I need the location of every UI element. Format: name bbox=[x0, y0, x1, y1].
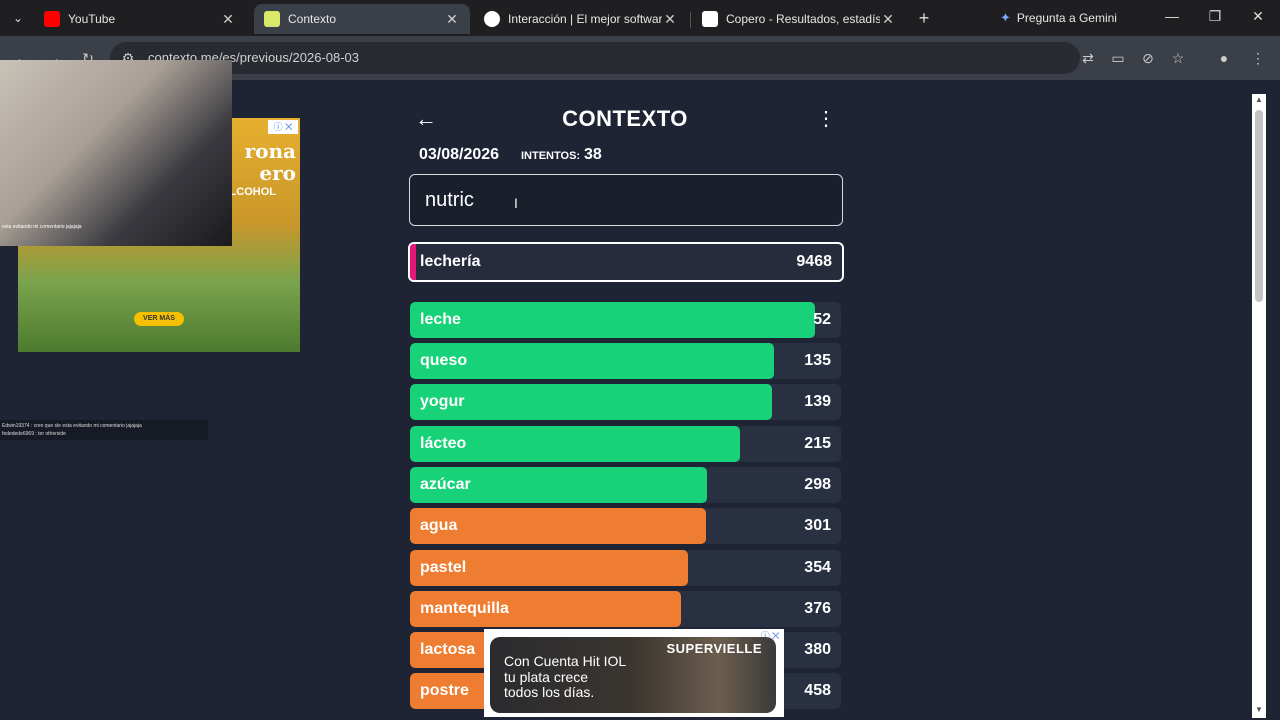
install-icon[interactable]: ▭ bbox=[1108, 48, 1128, 68]
scrollbar-thumb[interactable] bbox=[1255, 110, 1263, 302]
chat-line: Edwin19374 : creo que sle esta evitando … bbox=[2, 423, 142, 429]
guess-rank: 301 bbox=[804, 517, 831, 534]
guess-word: queso bbox=[420, 352, 468, 369]
guess-word: postre bbox=[420, 682, 469, 699]
more-options-icon[interactable]: ⋮ bbox=[816, 106, 836, 131]
webcam-overlay: esta evitando mi comentario jajajaja bbox=[0, 60, 232, 246]
close-tab-icon[interactable]: ✕ bbox=[444, 11, 460, 28]
guess-word: lácteo bbox=[420, 435, 467, 452]
guess-rank: 215 bbox=[804, 435, 831, 452]
tab-title: Interacción | El mejor software bbox=[508, 12, 662, 26]
guess-word: pastel bbox=[420, 559, 467, 576]
restore-icon[interactable]: ❐ bbox=[1205, 8, 1225, 25]
ad-line: tu plata crece bbox=[504, 669, 589, 685]
guess-word: agua bbox=[420, 517, 458, 534]
youtube-icon bbox=[44, 11, 60, 27]
guess-word: yogur bbox=[420, 393, 465, 410]
last-guess-word: lechería bbox=[420, 253, 481, 270]
contexto-icon bbox=[264, 11, 280, 27]
guess-bar bbox=[410, 302, 816, 338]
guess-row: leche 52 bbox=[410, 302, 841, 338]
tab-youtube[interactable]: YouTube ✕ bbox=[34, 4, 246, 34]
guess-rank: 298 bbox=[804, 476, 831, 493]
guess-word: azúcar bbox=[420, 476, 471, 493]
page-title: CONTEXTO bbox=[562, 106, 688, 131]
guess-row: queso 135 bbox=[410, 343, 841, 379]
tab-title: Contexto bbox=[288, 12, 337, 26]
game-date: 03/08/2026 bbox=[419, 146, 500, 163]
guess-row: agua 301 bbox=[410, 508, 841, 544]
gemini-button[interactable]: ✦ Pregunta a Gemini bbox=[1000, 10, 1117, 26]
tab-interaccion[interactable]: Interacción | El mejor software ✕ bbox=[474, 4, 688, 34]
scroll-down-icon[interactable]: ▼ bbox=[1252, 704, 1266, 716]
guess-rank: 52 bbox=[813, 311, 831, 328]
text-cursor-icon: I bbox=[514, 195, 518, 211]
tab-search-icon[interactable]: ⌄ bbox=[8, 8, 28, 28]
guess-rank: 354 bbox=[804, 559, 831, 576]
close-window-icon[interactable]: ✕ bbox=[1248, 8, 1268, 25]
ad-brand: SUPERVIELLE bbox=[666, 641, 762, 656]
stream-chat: Edwin19374 : creo que sle esta evitando … bbox=[0, 420, 208, 440]
guess-rank: 376 bbox=[804, 600, 831, 617]
translate-icon[interactable]: ⇄ bbox=[1078, 48, 1098, 68]
guess-word: leche bbox=[420, 311, 461, 328]
bottom-ad[interactable]: ⓘ ⨉ Con Cuenta Hit IOL tu plata crece to… bbox=[484, 629, 784, 717]
close-tab-icon[interactable]: ✕ bbox=[220, 11, 236, 28]
guess-word: mantequilla bbox=[420, 600, 509, 617]
guess-input[interactable] bbox=[409, 174, 843, 226]
tab-title: Copero - Resultados, estadístic bbox=[726, 12, 880, 26]
tab-separator bbox=[690, 12, 691, 28]
guess-rank: 458 bbox=[804, 682, 831, 699]
tries-label: INTENTOS: bbox=[521, 150, 581, 162]
guess-rank: 139 bbox=[804, 393, 831, 410]
close-tab-icon[interactable]: ✕ bbox=[880, 11, 896, 28]
eye-off-icon[interactable]: ⊘ bbox=[1138, 48, 1158, 68]
tab-strip: ⌄ YouTube ✕ Contexto ✕ Interacción | El … bbox=[0, 0, 1280, 36]
guess-row: yogur 139 bbox=[410, 384, 841, 420]
tab-copero[interactable]: Copero - Resultados, estadístic ✕ bbox=[692, 4, 906, 34]
guess-row: lácteo 215 bbox=[410, 426, 841, 462]
tab-contexto[interactable]: Contexto ✕ bbox=[254, 4, 470, 34]
last-guess-rank: 9468 bbox=[796, 253, 832, 270]
guess-word: lactosa bbox=[420, 641, 476, 658]
ad-choices-icon[interactable]: ⓘ ⨉ bbox=[268, 120, 298, 134]
ad-brand: rona ero bbox=[244, 139, 296, 185]
tab-title: YouTube bbox=[68, 12, 116, 26]
new-tab-icon[interactable]: + bbox=[914, 8, 934, 29]
webcam-caption: esta evitando mi comentario jajajaja bbox=[2, 224, 82, 230]
minimize-icon[interactable]: — bbox=[1162, 8, 1182, 24]
tries-count: 38 bbox=[584, 146, 602, 163]
bookmark-star-icon[interactable]: ☆ bbox=[1168, 48, 1188, 68]
guess-rank: 135 bbox=[804, 352, 831, 369]
last-guess: lechería 9468 bbox=[408, 242, 844, 282]
back-arrow-icon[interactable]: ← bbox=[414, 106, 438, 132]
guess-row: azúcar 298 bbox=[410, 467, 841, 503]
interaccion-icon bbox=[484, 11, 500, 27]
copero-icon bbox=[702, 11, 718, 27]
guess-rank: 380 bbox=[804, 641, 831, 658]
guess-row: mantequilla 376 bbox=[410, 591, 841, 627]
ad-line: Con Cuenta Hit IOL bbox=[504, 653, 627, 669]
ad-line: todos los días. bbox=[504, 684, 595, 700]
scroll-up-icon[interactable]: ▲ bbox=[1252, 94, 1266, 106]
ad-subtext: LCOHOL bbox=[229, 186, 276, 198]
gemini-icon: ✦ bbox=[1000, 10, 1011, 25]
guess-row: pastel 354 bbox=[410, 550, 841, 586]
profile-avatar-icon[interactable]: ● bbox=[1214, 48, 1234, 68]
browser-menu-icon[interactable]: ⋮ bbox=[1248, 48, 1268, 68]
ad-banner[interactable]: Con Cuenta Hit IOL tu plata crece todos … bbox=[490, 637, 776, 713]
chat-line: fededede6969 : ter otherside bbox=[2, 431, 66, 437]
ad-cta-button[interactable]: VER MÁS bbox=[134, 312, 184, 326]
last-guess-accent bbox=[410, 244, 416, 280]
close-tab-icon[interactable]: ✕ bbox=[662, 11, 678, 28]
gemini-label: Pregunta a Gemini bbox=[1016, 11, 1117, 25]
